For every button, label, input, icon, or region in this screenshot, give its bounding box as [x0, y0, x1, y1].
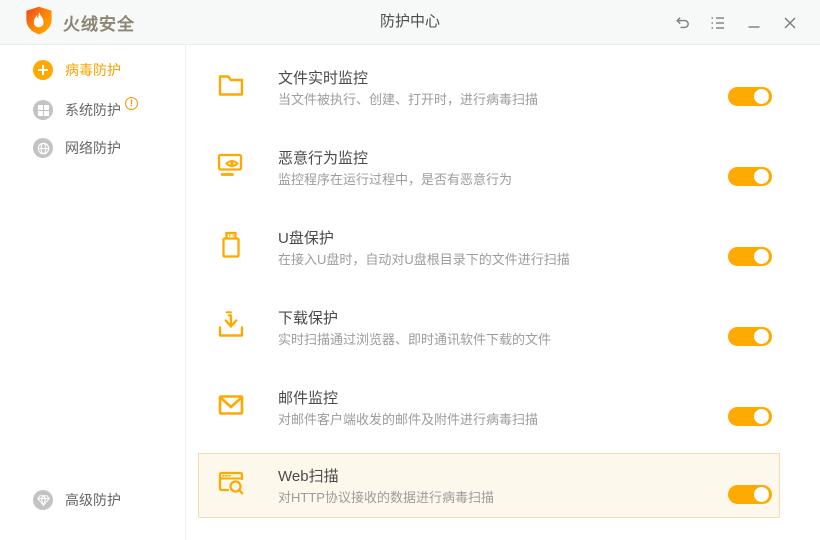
sidebar-item-label: 高级防护 — [65, 490, 121, 510]
sidebar-item-label: 病毒防护 — [65, 60, 121, 80]
row-description: 监控程序在运行过程中，是否有恶意行为 — [278, 169, 512, 188]
row-title: 下载保护 — [278, 307, 338, 328]
row-title: 邮件监控 — [278, 387, 338, 408]
sidebar-item-network-protection[interactable]: 网络防护 — [33, 136, 121, 160]
row-download-protection[interactable]: 下载保护 实时扫描通过浏览器、即时通讯软件下载的文件 — [198, 295, 780, 375]
row-web-scan[interactable]: Web扫描 对HTTP协议接收的数据进行病毒扫描 — [198, 453, 780, 518]
toggle-knob — [754, 409, 769, 424]
row-title: 文件实时监控 — [278, 67, 368, 88]
usb-icon — [216, 230, 246, 260]
row-file-realtime-monitor[interactable]: 文件实时监控 当文件被执行、创建、打开时，进行病毒扫描 — [198, 55, 780, 135]
toggle-knob — [754, 169, 769, 184]
menu-icon[interactable] — [700, 0, 736, 45]
toggle-knob — [754, 487, 769, 502]
advanced-protection-icon — [33, 490, 53, 510]
row-description: 对HTTP协议接收的数据进行病毒扫描 — [278, 487, 494, 506]
minimize-icon[interactable] — [736, 0, 772, 45]
toggle-switch[interactable] — [728, 485, 772, 504]
toggle-knob — [754, 89, 769, 104]
titlebar: 火绒安全 防护中心 — [0, 0, 820, 45]
row-description: 当文件被执行、创建、打开时，进行病毒扫描 — [278, 89, 538, 108]
row-description: 实时扫描通过浏览器、即时通讯软件下载的文件 — [278, 329, 551, 348]
sidebar-item-advanced-protection[interactable]: 高级防护 — [33, 488, 121, 512]
toggle-switch[interactable] — [728, 327, 772, 346]
row-title: U盘保护 — [278, 227, 334, 248]
row-usb-protection[interactable]: U盘保护 在接入U盘时，自动对U盘根目录下的文件进行扫描 — [198, 215, 780, 295]
web-scan-icon — [216, 468, 246, 498]
sidebar-item-label: 系统防护 — [65, 100, 121, 120]
virus-protection-icon — [33, 60, 53, 80]
toggle-switch[interactable] — [728, 167, 772, 186]
window-controls — [664, 0, 808, 45]
mail-icon — [216, 390, 246, 420]
folder-icon — [216, 70, 246, 100]
monitor-eye-icon — [216, 150, 246, 180]
system-protection-icon — [33, 100, 53, 120]
row-description: 在接入U盘时，自动对U盘根目录下的文件进行扫描 — [278, 249, 570, 268]
close-icon[interactable] — [772, 0, 808, 45]
back-icon[interactable] — [664, 0, 700, 45]
sidebar-item-label: 网络防护 — [65, 138, 121, 158]
row-description: 对邮件客户端收发的邮件及附件进行病毒扫描 — [278, 409, 538, 428]
sidebar: 病毒防护 系统防护 ! 网络防护 — [0, 45, 186, 540]
toggle-switch[interactable] — [728, 87, 772, 106]
app-window: 火绒安全 防护中心 — [0, 0, 820, 540]
row-title: 恶意行为监控 — [278, 147, 368, 168]
sidebar-item-virus-protection[interactable]: 病毒防护 — [33, 58, 121, 82]
row-title: Web扫描 — [278, 465, 339, 486]
toggle-knob — [754, 329, 769, 344]
toggle-knob — [754, 249, 769, 264]
row-mail-monitor[interactable]: 邮件监控 对邮件客户端收发的邮件及附件进行病毒扫描 — [198, 375, 780, 455]
toggle-switch[interactable] — [728, 247, 772, 266]
warning-badge: ! — [125, 97, 138, 110]
network-protection-icon — [33, 138, 53, 158]
download-icon — [216, 310, 246, 340]
sidebar-item-system-protection[interactable]: 系统防护 ! — [33, 98, 138, 122]
toggle-switch[interactable] — [728, 407, 772, 426]
row-malicious-behavior-monitor[interactable]: 恶意行为监控 监控程序在运行过程中，是否有恶意行为 — [198, 135, 780, 215]
